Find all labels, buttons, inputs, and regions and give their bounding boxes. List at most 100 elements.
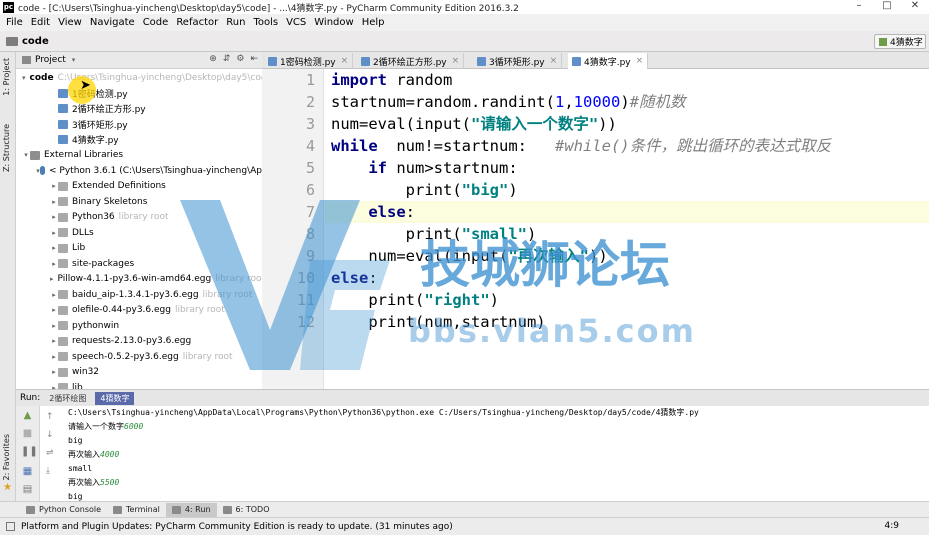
status-bar: Platform and Plugin Updates: PyCharm Com… [0, 517, 929, 535]
sync-icon[interactable]: ⊕ [209, 54, 217, 64]
expand-arrow-icon[interactable]: ▾ [22, 151, 30, 159]
menu-item-run[interactable]: Run [222, 14, 249, 31]
code-line[interactable]: startnum=random.randint(1,10000)#随机数 [331, 91, 686, 113]
close-button[interactable]: ✕ [901, 0, 929, 14]
tree-item[interactable]: ▸ baidu_aip-1.3.4.1-py3.6.egg library root [16, 287, 262, 303]
code-line[interactable]: else: [331, 267, 378, 289]
code-line[interactable]: import random [331, 69, 452, 91]
tree-item[interactable]: ▸ Python36 library root [16, 210, 262, 226]
menu-item-edit[interactable]: Edit [27, 14, 54, 31]
tree-item[interactable]: ▸ DLLs [16, 225, 262, 241]
console-side-icons: ↑ ↓ ⇌ ⤓ [46, 412, 54, 476]
collapse-all-icon[interactable]: ⇵ [223, 54, 231, 64]
editor-tab-label: 1密码检测.py [280, 57, 336, 68]
bottom-tool-tabs: Python Console Terminal 4: Run 6: TODO [0, 501, 929, 517]
collapse-arrow-icon[interactable]: ▸ [50, 213, 58, 221]
close-tab-icon[interactable]: × [636, 56, 644, 66]
tree-item[interactable]: ▸ speech-0.5.2-py3.6.egg library root [16, 349, 262, 365]
collapse-arrow-icon[interactable]: ▸ [50, 244, 58, 252]
menu-item-vcs[interactable]: VCS [282, 14, 310, 31]
close-tab-icon[interactable]: × [452, 56, 460, 66]
status-window-icon[interactable] [6, 522, 15, 531]
rerun-icon[interactable]: ▲ [21, 410, 34, 422]
bottom-tool-tab[interactable]: 4: Run [165, 502, 217, 517]
collapse-arrow-icon[interactable]: ▸ [50, 260, 58, 268]
menu-item-navigate[interactable]: Navigate [86, 14, 139, 31]
tree-item[interactable]: 1密码检测.py [16, 86, 262, 102]
project-tool-tab[interactable]: 1: Project [2, 58, 11, 96]
menu-item-view[interactable]: View [54, 14, 86, 31]
tree-item[interactable]: ▾ External Libraries [16, 148, 262, 164]
close-tab-icon[interactable]: × [550, 56, 558, 66]
collapse-arrow-icon[interactable]: ▸ [50, 291, 58, 299]
print-icon[interactable]: ▤ [21, 484, 34, 496]
tree-item[interactable]: 2循环绘正方形.py [16, 101, 262, 117]
bottom-tool-tab[interactable]: 6: TODO [217, 503, 276, 517]
code-line[interactable]: if num>startnum: [331, 157, 517, 179]
maximize-button[interactable]: □ [873, 0, 901, 14]
tree-item-label: olefile-0.44-py3.6.egg [72, 305, 171, 316]
caret-position[interactable]: 4:9 [885, 521, 899, 531]
collapse-arrow-icon[interactable]: ▸ [50, 322, 58, 330]
gear-icon[interactable]: ⚙ [236, 54, 244, 64]
code-line[interactable]: while num!=startnum: #while()条件，跳出循环的表达式… [331, 135, 831, 157]
layout-icon[interactable]: ▦ [21, 466, 34, 478]
tree-item[interactable]: 4猜数字.py [16, 132, 262, 148]
tree-item[interactable]: ▸ requests-2.13.0-py3.6.egg [16, 334, 262, 350]
title-bar: pc code - [C:\Users\Tsinghua-yincheng\De… [0, 0, 929, 14]
menu-item-code[interactable]: Code [139, 14, 173, 31]
tree-item[interactable]: ▸ olefile-0.44-py3.6.egg library root [16, 303, 262, 319]
code-line[interactable]: num=eval(input("请输入一个数字")) [331, 113, 617, 135]
run-tab[interactable]: 4猜数字 [95, 391, 135, 405]
tree-item[interactable]: ▸ Pillow-4.1.1-py3.6-win-amd64.egg library… [16, 272, 262, 288]
project-panel-title[interactable]: Project [35, 55, 66, 65]
tree-item[interactable]: ▾ < Python 3.6.1 (C:\Users\Tsinghua-yinch… [16, 163, 262, 179]
collapse-arrow-icon[interactable]: ▸ [50, 198, 58, 206]
collapse-arrow-icon[interactable]: ▸ [50, 229, 58, 237]
hide-panel-icon[interactable]: ⇤ [250, 54, 258, 64]
editor-tab[interactable]: 1密码检测.py × [264, 53, 354, 69]
tree-item[interactable]: ▾ code C:\Users\Tsinghua-yincheng\Desktop\… [16, 70, 262, 86]
editor-tab[interactable]: 4猜数字.py × [568, 53, 649, 69]
structure-tool-tab[interactable]: Z: Structure [2, 124, 11, 172]
menu-item-window[interactable]: Window [310, 14, 357, 31]
collapse-arrow-icon[interactable]: ▸ [50, 182, 58, 190]
breadcrumb-code[interactable]: code [22, 36, 49, 47]
code-line[interactable]: print("big") [331, 179, 518, 201]
tree-item[interactable]: ▸ win32 [16, 365, 262, 381]
collapse-arrow-icon[interactable]: ▸ [50, 353, 58, 361]
collapse-arrow-icon[interactable]: ▸ [50, 337, 58, 345]
close-tab-icon[interactable]: × [341, 56, 349, 66]
collapse-arrow-icon[interactable]: ▸ [50, 306, 58, 314]
chevron-down-icon[interactable]: ▾ [72, 56, 76, 64]
menu-item-help[interactable]: Help [358, 14, 389, 31]
tree-item[interactable]: ▸ Binary Skeletons [16, 194, 262, 210]
tree-item[interactable]: ▸ Extended Definitions [16, 179, 262, 195]
code-line[interactable]: else: [331, 201, 415, 223]
bottom-tool-tab[interactable]: Python Console [20, 503, 107, 517]
collapse-arrow-icon[interactable]: ▸ [50, 368, 58, 376]
run-tab[interactable]: 2循环绘图 [44, 392, 91, 405]
status-message[interactable]: Platform and Plugin Updates: PyCharm Com… [21, 522, 453, 532]
tree-item[interactable]: ▸ site-packages [16, 256, 262, 272]
tree-item[interactable]: 3循环矩形.py [16, 117, 262, 133]
stop-icon[interactable]: ■ [21, 428, 34, 440]
menu-item-refactor[interactable]: Refactor [172, 14, 222, 31]
mouse-pointer-icon: ➤ [80, 78, 91, 93]
menu-item-file[interactable]: File [2, 14, 27, 31]
run-configuration-select[interactable]: 4猜数字 [874, 34, 926, 49]
bottom-tool-tab[interactable]: Terminal [107, 503, 166, 517]
editor-tab[interactable]: 2循环绘正方形.py × [357, 53, 465, 69]
tree-item[interactable]: ▸ pythonwin [16, 318, 262, 334]
pause-icon[interactable]: ❚❚ [21, 446, 38, 458]
tree-item[interactable]: ▸ Lib [16, 241, 262, 257]
minimize-button[interactable]: – [845, 0, 873, 14]
expand-arrow-icon[interactable]: ▾ [22, 74, 26, 82]
collapse-arrow-icon[interactable]: ▸ [50, 275, 54, 283]
menu-item-tools[interactable]: Tools [249, 14, 282, 31]
tree-item-label: 2循环绘正方形.py [72, 105, 146, 116]
editor-tab[interactable]: 3循环矩形.py × [473, 53, 563, 69]
tree-item[interactable]: ▸ lib [16, 380, 262, 389]
favorites-tool-tab[interactable]: 2: Favorites [2, 434, 11, 480]
run-console-output[interactable]: ↑ ↓ ⇌ ⤓ C:\Users\Tsinghua-yincheng\AppData\… [40, 406, 929, 501]
